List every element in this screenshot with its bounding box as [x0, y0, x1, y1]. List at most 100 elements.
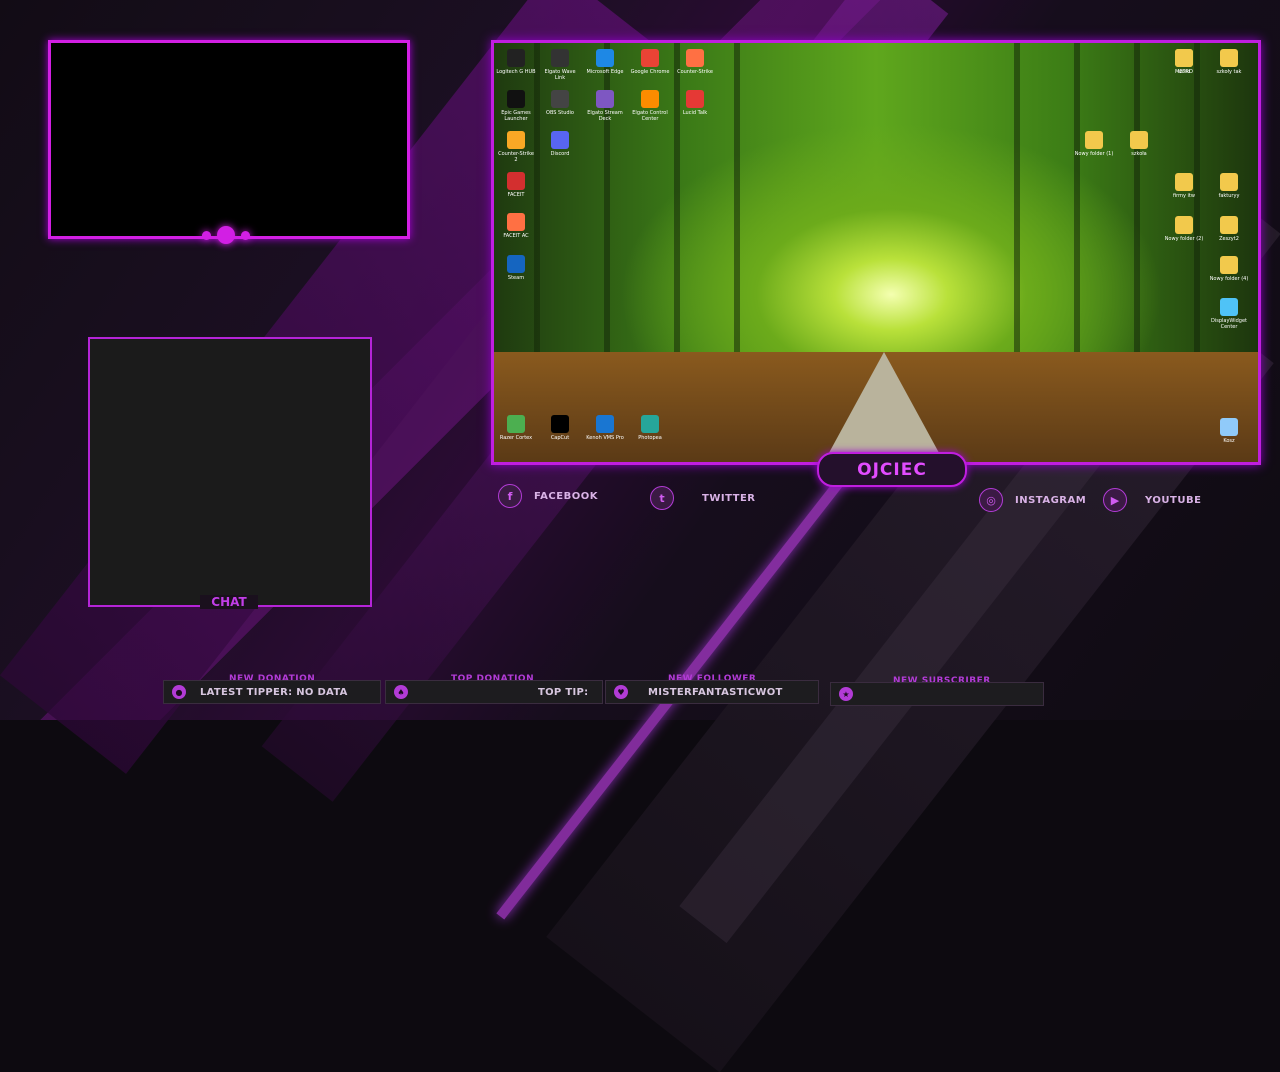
folder-icon	[1220, 256, 1238, 274]
desktop-icon[interactable]: OBS Studio	[540, 90, 580, 116]
app-icon	[641, 49, 659, 67]
desktop-icon[interactable]: Nowy folder (4)	[1209, 256, 1249, 282]
desktop-icon-label: Kosz	[1223, 438, 1235, 444]
desktop-icon-label: firmy itw	[1173, 193, 1195, 199]
social-twitter: t TWITTER	[650, 486, 755, 510]
desktop-icon-label: DisplayWidget Center	[1210, 318, 1248, 330]
desktop-icon-label: szkoła	[1131, 151, 1147, 157]
desktop-icon[interactable]: Nowy folder (1)	[1074, 131, 1114, 157]
desktop-icon-label: OBS Studio	[546, 110, 574, 116]
desktop-icon[interactable]: firmy itw	[1164, 173, 1204, 199]
social-label: FACEBOOK	[534, 490, 598, 502]
app-icon	[507, 49, 525, 67]
desktop-icon[interactable]: METRO	[1164, 49, 1204, 75]
desktop-icon[interactable]: Elgato Control Center	[630, 90, 670, 122]
chat-frame	[88, 337, 372, 607]
alert-text: MISTERFANTASTICWOT	[648, 686, 783, 698]
desktop-icon[interactable]: Counter-Strike	[675, 49, 715, 75]
alert-text: TOP TIP:	[538, 686, 589, 698]
desktop-icon-label: Microsoft Edge	[586, 69, 624, 75]
desktop-icon[interactable]: DisplayWidget Center	[1209, 298, 1249, 330]
desktop-icon[interactable]: FACEIT AC	[496, 213, 536, 239]
desktop-icon-label: fakturyy	[1218, 193, 1240, 199]
desktop-icon[interactable]: Elgato Stream Deck	[585, 90, 625, 122]
desktop-icon[interactable]: CapCut	[540, 415, 580, 441]
app-icon	[507, 172, 525, 190]
app-icon	[551, 131, 569, 149]
app-icon	[507, 255, 525, 273]
desktop-icon[interactable]: Zeszyt2	[1209, 216, 1249, 242]
desktop-path	[824, 352, 944, 462]
desktop-icon[interactable]: Steam	[496, 255, 536, 281]
desktop-icon[interactable]: szkoła	[1119, 131, 1159, 157]
desktop-icon-label: Nowy folder (1)	[1074, 151, 1114, 157]
app-icon	[596, 415, 614, 433]
subscriber-icon: ★	[839, 687, 853, 701]
alert-new-subscriber: ★	[830, 682, 1044, 706]
app-icon	[686, 90, 704, 108]
desktop-icon[interactable]: Kosz	[1209, 418, 1249, 444]
folder-icon	[1085, 131, 1103, 149]
desktop-icon-label: Nowy folder (2)	[1164, 236, 1204, 242]
app-icon	[1220, 418, 1238, 436]
webcam-dots	[200, 226, 260, 246]
desktop-icon[interactable]: Counter-Strike 2	[496, 131, 536, 163]
desktop-icon[interactable]: Kenoh VMS Pro	[585, 415, 625, 441]
folder-icon	[1130, 131, 1148, 149]
app-icon	[507, 131, 525, 149]
app-icon	[596, 90, 614, 108]
app-icon	[551, 49, 569, 67]
folder-icon	[1175, 49, 1193, 67]
app-icon	[551, 90, 569, 108]
desktop-icon[interactable]: Microsoft Edge	[585, 49, 625, 75]
alert-new-donation: ● LATEST TIPPER: NO DATA	[163, 680, 381, 704]
desktop-icon-label: Elgato Control Center	[632, 110, 668, 122]
desktop-icon-label: Steam	[507, 275, 525, 281]
heart-icon: ♥	[614, 685, 628, 699]
desktop-icon-label: szkoły tak	[1216, 69, 1242, 75]
app-icon	[507, 415, 525, 433]
webcam-frame	[48, 40, 410, 239]
desktop-icon[interactable]: Logitech G HUB	[496, 49, 536, 75]
desktop-icon-label: Zeszyt2	[1219, 236, 1239, 242]
desktop-icon-label: Counter-Strike 2	[498, 151, 534, 163]
desktop-icon-label: FACEIT AC	[503, 233, 529, 239]
instagram-icon: ◎	[979, 488, 1003, 512]
desktop-icon-label: Photopea	[638, 435, 662, 441]
desktop-icon[interactable]: Photopea	[630, 415, 670, 441]
desktop-icon[interactable]: Nowy folder (2)	[1164, 216, 1204, 242]
trophy-icon: ♠	[394, 685, 408, 699]
app-icon	[507, 213, 525, 231]
donation-icon: ●	[172, 685, 186, 699]
desktop-icon-label: Lucid Talk	[682, 110, 708, 116]
social-label: TWITTER	[702, 492, 756, 504]
desktop-icon[interactable]: szkoły tak	[1209, 49, 1249, 75]
desktop-icon[interactable]: Epic Games Launcher	[496, 90, 536, 122]
desktop-icon[interactable]: Razer Cortex	[496, 415, 536, 441]
desktop-icon-label: Elgato Wave Link	[544, 69, 576, 81]
folder-icon	[1220, 173, 1238, 191]
desktop-icon[interactable]: Lucid Talk	[675, 90, 715, 116]
folder-icon	[1220, 49, 1238, 67]
desktop-icon[interactable]: fakturyy	[1209, 173, 1249, 199]
youtube-icon: ▶	[1103, 488, 1127, 512]
desktop-icon-label: METRO	[1175, 69, 1193, 75]
app-icon	[596, 49, 614, 67]
desktop-icon[interactable]: Discord	[540, 131, 580, 157]
alert-new-follower: ♥ MISTERFANTASTICWOT	[605, 680, 819, 704]
desktop-icon[interactable]: Elgato Wave Link	[540, 49, 580, 81]
desktop-icon[interactable]: Google Chrome	[630, 49, 670, 75]
twitter-icon: t	[650, 486, 674, 510]
app-icon	[507, 90, 525, 108]
desktop-icon-label: Kenoh VMS Pro	[586, 435, 624, 441]
chat-label: CHAT	[200, 595, 258, 609]
social-youtube: ▶ YOUTUBE	[1103, 488, 1201, 512]
alert-text: LATEST TIPPER: NO DATA	[200, 686, 348, 698]
app-icon	[686, 49, 704, 67]
screen-capture: Logitech G HUB Elgato Wave Link Microsoft …	[491, 40, 1261, 465]
desktop-icon-label: Counter-Strike	[677, 69, 713, 75]
desktop-icon-label: Epic Games Launcher	[501, 110, 531, 122]
desktop-icon[interactable]: FACEIT	[496, 172, 536, 198]
desktop-icon-label: CapCut	[550, 435, 570, 441]
app-icon	[1220, 298, 1238, 316]
